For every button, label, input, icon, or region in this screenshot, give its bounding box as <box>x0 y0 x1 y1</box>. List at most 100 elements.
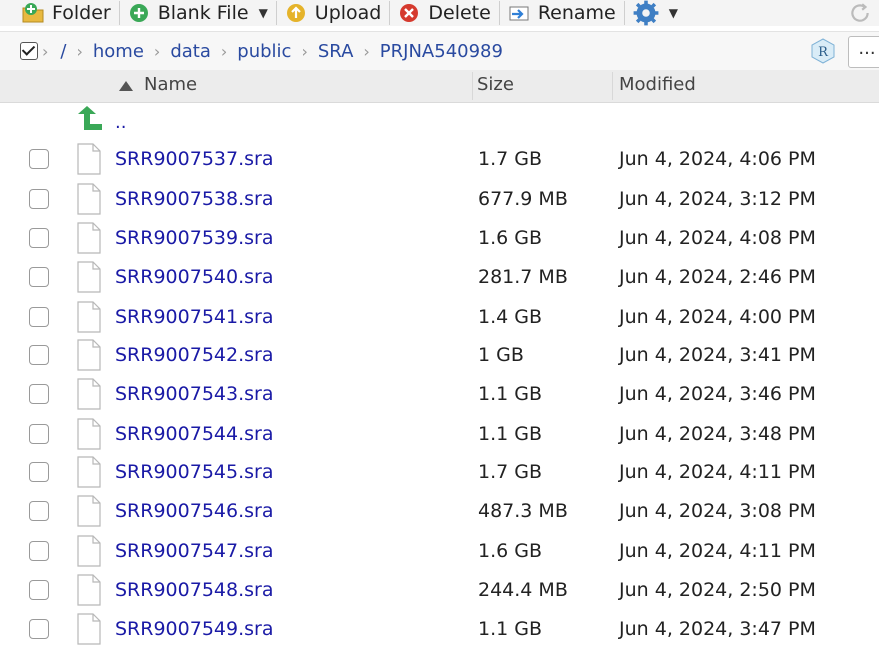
file-modified: Jun 4, 2024, 4:00 PM <box>619 306 816 328</box>
row-checkbox[interactable] <box>29 345 49 365</box>
file-name-link[interactable]: SRR9007542.sra <box>115 336 273 375</box>
file-name-link[interactable]: SRR9007545.sra <box>115 453 273 492</box>
row-checkbox[interactable] <box>29 384 49 404</box>
breadcrumb-root[interactable]: / <box>60 41 66 62</box>
more-actions-button[interactable]: ▼ <box>633 0 678 26</box>
file-size: 244.4 MB <box>478 579 568 601</box>
file-row[interactable]: SRR9007541.sra 1.4 GB Jun 4, 2024, 4:00 PM <box>0 298 879 337</box>
rename-label: Rename <box>537 2 616 24</box>
file-icon <box>76 261 102 293</box>
file-name-link[interactable]: SRR9007540.sra <box>115 258 273 297</box>
column-divider <box>612 72 613 100</box>
new-folder-button[interactable]: Folder <box>22 0 111 26</box>
row-checkbox[interactable] <box>29 228 49 248</box>
row-checkbox[interactable] <box>29 541 49 561</box>
row-checkbox[interactable] <box>29 149 49 169</box>
file-row[interactable]: SRR9007538.sra 677.9 MB Jun 4, 2024, 3:12 … <box>0 180 879 219</box>
breadcrumb-sra[interactable]: SRA <box>318 41 354 62</box>
file-modified: Jun 4, 2024, 3:12 PM <box>619 188 816 210</box>
file-icon <box>76 183 102 215</box>
blank-file-button[interactable]: Blank File ▼ <box>128 0 268 26</box>
delete-label: Delete <box>428 2 491 24</box>
row-checkbox[interactable] <box>29 501 49 521</box>
upload-button[interactable]: Upload <box>285 0 382 26</box>
file-size: 1.7 GB <box>478 461 543 483</box>
file-size: 1.1 GB <box>478 618 543 640</box>
file-modified: Jun 4, 2024, 2:50 PM <box>619 579 816 601</box>
refresh-icon[interactable] <box>848 1 872 25</box>
row-checkbox[interactable] <box>29 619 49 639</box>
upload-icon <box>286 4 305 22</box>
file-row[interactable]: SRR9007542.sra 1 GB Jun 4, 2024, 3:41 PM <box>0 336 879 375</box>
toolbar-divider <box>275 1 277 25</box>
file-table-header: Name Size Modified <box>0 70 879 103</box>
toolbar-divider <box>389 1 391 25</box>
file-name-link[interactable]: SRR9007544.sra <box>115 415 273 454</box>
delete-button[interactable]: Delete <box>398 0 491 26</box>
file-name-link[interactable]: SRR9007548.sra <box>115 571 273 610</box>
file-name-link[interactable]: SRR9007541.sra <box>115 298 273 337</box>
breadcrumb-home[interactable]: home <box>93 41 144 62</box>
file-name-link[interactable]: SRR9007549.sra <box>115 610 273 649</box>
file-modified: Jun 4, 2024, 4:08 PM <box>619 227 816 249</box>
file-modified: Jun 4, 2024, 3:46 PM <box>619 383 816 405</box>
file-size: 281.7 MB <box>478 266 568 288</box>
toolbar-divider <box>118 1 120 25</box>
up-arrow-icon <box>78 106 102 130</box>
column-header-size[interactable]: Size <box>477 70 514 102</box>
file-row[interactable]: SRR9007545.sra 1.7 GB Jun 4, 2024, 4:11 PM <box>0 453 879 492</box>
blank-file-label: Blank File <box>157 2 249 24</box>
row-checkbox[interactable] <box>29 462 49 482</box>
file-name-link[interactable]: SRR9007543.sra <box>115 375 273 414</box>
file-icon <box>76 613 102 645</box>
file-name-link[interactable]: SRR9007539.sra <box>115 219 273 258</box>
column-header-modified[interactable]: Modified <box>619 70 696 102</box>
breadcrumb-data[interactable]: data <box>170 41 211 62</box>
file-row[interactable]: SRR9007549.sra 1.1 GB Jun 4, 2024, 3:47 PM <box>0 610 879 649</box>
file-name-link[interactable]: SRR9007538.sra <box>115 180 273 219</box>
row-checkbox[interactable] <box>29 189 49 209</box>
chevron-right-icon: › <box>363 41 370 61</box>
upload-label: Upload <box>314 2 382 24</box>
file-row[interactable]: SRR9007548.sra 244.4 MB Jun 4, 2024, 2:50 … <box>0 571 879 610</box>
file-size: 1.6 GB <box>478 227 543 249</box>
row-checkbox[interactable] <box>29 307 49 327</box>
file-row[interactable]: SRR9007539.sra 1.6 GB Jun 4, 2024, 4:08 PM <box>0 219 879 258</box>
file-row[interactable]: SRR9007546.sra 487.3 MB Jun 4, 2024, 3:08 … <box>0 492 879 531</box>
file-icon <box>76 495 102 527</box>
file-name-link[interactable]: SRR9007537.sra <box>115 140 273 179</box>
file-icon <box>76 418 102 450</box>
chevron-right-icon: › <box>42 41 49 61</box>
delete-icon <box>400 4 419 22</box>
file-name-link[interactable]: SRR9007547.sra <box>115 532 273 571</box>
chevron-right-icon: › <box>153 41 161 61</box>
row-checkbox[interactable] <box>29 424 49 444</box>
breadcrumb-project[interactable]: PRJNA540989 <box>380 41 503 62</box>
file-size: 1.7 GB <box>478 148 543 170</box>
parent-directory-link[interactable]: .. <box>115 112 126 133</box>
more-options-button[interactable]: ... <box>848 36 879 68</box>
file-icon <box>76 574 102 606</box>
row-checkbox[interactable] <box>29 580 49 600</box>
column-header-name[interactable]: Name <box>144 70 197 102</box>
chevron-right-icon: › <box>301 41 308 61</box>
select-all-checkbox[interactable] <box>20 42 38 60</box>
r-project-icon[interactable]: R <box>810 38 836 64</box>
file-row[interactable]: SRR9007540.sra 281.7 MB Jun 4, 2024, 2:46 … <box>0 258 879 297</box>
file-row[interactable]: SRR9007547.sra 1.6 GB Jun 4, 2024, 4:11 PM <box>0 532 879 571</box>
row-checkbox[interactable] <box>29 267 49 287</box>
file-modified: Jun 4, 2024, 4:11 PM <box>619 461 816 483</box>
svg-text:R: R <box>818 45 829 60</box>
file-row[interactable]: SRR9007543.sra 1.1 GB Jun 4, 2024, 3:46 PM <box>0 375 879 414</box>
rename-button[interactable]: Rename <box>508 0 616 26</box>
file-modified: Jun 4, 2024, 4:06 PM <box>619 148 816 170</box>
toolbar-divider <box>498 1 500 25</box>
file-row[interactable]: SRR9007544.sra 1.1 GB Jun 4, 2024, 3:48 PM <box>0 415 879 454</box>
path-bar: › / › home › data › public › SRA › PRJNA… <box>0 31 879 71</box>
breadcrumb-public[interactable]: public <box>237 41 291 62</box>
file-size: 1 GB <box>478 344 524 366</box>
plus-circle-icon <box>129 4 148 22</box>
file-size: 487.3 MB <box>478 500 568 522</box>
file-name-link[interactable]: SRR9007546.sra <box>115 492 273 531</box>
file-row[interactable]: SRR9007537.sra 1.7 GB Jun 4, 2024, 4:06 PM <box>0 140 879 179</box>
